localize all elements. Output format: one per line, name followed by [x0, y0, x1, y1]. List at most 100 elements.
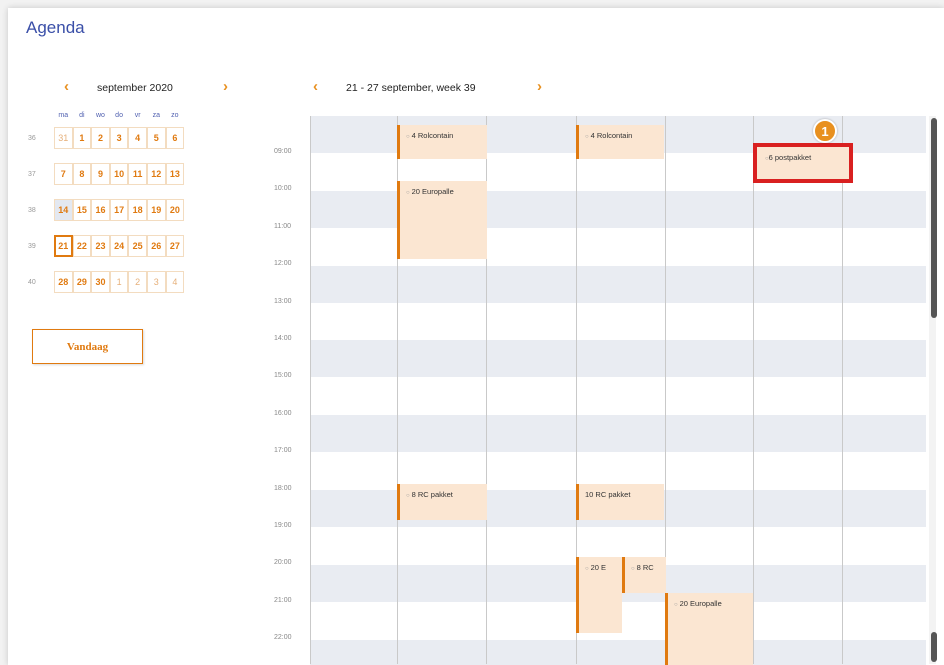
event-block[interactable]: ○ 4 Rolcontain: [576, 125, 664, 159]
mini-calendar-day[interactable]: 4: [128, 127, 147, 149]
hour-label: 18:00: [274, 484, 292, 492]
hour-row[interactable]: [310, 303, 926, 340]
event-label: 4 Rolcontain: [590, 131, 633, 140]
scrollbar-thumb[interactable]: [931, 118, 937, 318]
mini-calendar-day[interactable]: 6: [165, 127, 185, 149]
hour-label: 14:00: [274, 335, 292, 342]
week-title: 21 - 27 september, week 39: [346, 82, 476, 94]
mini-calendar-day[interactable]: 26: [146, 235, 166, 257]
mini-calendar-day[interactable]: 11: [128, 163, 147, 185]
hour-row[interactable]: [310, 415, 926, 453]
mini-calendar-day[interactable]: 12: [146, 163, 166, 185]
day-column-divider: [842, 116, 843, 664]
event-label: 10 RC pakket: [585, 490, 631, 499]
weekday-header: ma: [58, 112, 69, 119]
week-number: 38: [28, 206, 36, 214]
mini-calendar-day[interactable]: 1: [109, 271, 129, 293]
day-column-divider: [310, 116, 311, 664]
mini-calendar-day[interactable]: 7: [54, 163, 73, 185]
event-block[interactable]: ○ 20 Europalle: [665, 593, 753, 665]
mini-calendar-day[interactable]: 24: [109, 235, 129, 257]
mini-calendar-day[interactable]: 4: [165, 271, 185, 293]
mini-calendar-day[interactable]: 17: [109, 199, 129, 221]
hour-label: 13:00: [274, 297, 292, 305]
mini-calendar-day[interactable]: 27: [165, 235, 185, 257]
mini-calendar-day[interactable]: 28: [54, 271, 73, 293]
mini-calendar-day[interactable]: 3: [109, 127, 129, 149]
hour-row[interactable]: [310, 639, 926, 665]
event-label: 20 Europalle: [411, 187, 454, 196]
event-icon: ○: [406, 493, 410, 499]
mini-calendar-day[interactable]: 2: [91, 127, 110, 149]
hour-label: 17:00: [274, 447, 292, 455]
hour-label: 20:00: [274, 559, 292, 567]
hour-row[interactable]: [310, 340, 926, 378]
mini-calendar-day[interactable]: 1: [72, 127, 92, 149]
hour-label: 12:00: [274, 260, 292, 268]
highlighted-event[interactable]: ○6 postpakket: [753, 143, 853, 183]
event-block[interactable]: ○ 20 E: [576, 557, 622, 633]
event-block[interactable]: ○ 20 Europalle: [397, 181, 487, 259]
today-button[interactable]: Vandaag: [32, 329, 143, 364]
hour-label: 16:00: [274, 409, 292, 417]
event-label: 20 E: [590, 563, 607, 572]
mini-calendar-day[interactable]: 21: [54, 235, 73, 257]
mini-calendar-day[interactable]: 29: [72, 271, 92, 293]
weekday-header: di: [79, 112, 85, 119]
weekday-header: vr: [134, 112, 141, 119]
day-column-divider: [753, 116, 754, 664]
chevron-left-icon: ‹: [64, 78, 69, 95]
weekday-header: do: [115, 112, 123, 119]
mini-calendar-week: 40 28 29 30 1 2 3 4: [28, 270, 185, 294]
event-block[interactable]: ○ 8 RC pakket: [397, 484, 487, 520]
mini-calendar-day[interactable]: 16: [91, 199, 110, 221]
mini-calendar-day[interactable]: 2: [128, 271, 147, 293]
next-week-button[interactable]: ›: [537, 78, 542, 95]
mini-calendar-day[interactable]: 19: [146, 199, 166, 221]
prev-week-button[interactable]: ‹: [313, 78, 318, 95]
event-block[interactable]: 10 RC pakket: [576, 484, 664, 520]
weekday-headers: ma di wo do vr za zo: [54, 112, 184, 126]
event-block[interactable]: ○ 8 RC: [622, 557, 666, 593]
page-title: Agenda: [26, 18, 85, 37]
hour-label: 22:00: [274, 634, 292, 642]
chevron-left-icon: ‹: [313, 78, 318, 95]
prev-month-button[interactable]: ‹: [64, 78, 69, 95]
next-month-button[interactable]: ›: [223, 78, 228, 95]
mini-calendar-day[interactable]: 22: [72, 235, 92, 257]
hour-row[interactable]: [310, 265, 926, 303]
chevron-right-icon: ›: [537, 78, 542, 95]
hour-label: 19:00: [274, 522, 292, 529]
mini-calendar-day[interactable]: 8: [72, 163, 92, 185]
annotation-badge: 1: [813, 119, 837, 143]
week-number: 37: [28, 170, 36, 178]
mini-calendar-day[interactable]: 10: [109, 163, 129, 185]
mini-calendar-day[interactable]: 18: [128, 199, 147, 221]
hour-label: 11:00: [274, 222, 291, 230]
hour-label: 10:00: [274, 185, 292, 193]
mini-calendar-day[interactable]: 30: [91, 271, 110, 293]
mini-calendar-day[interactable]: 13: [165, 163, 185, 185]
event-label: 8 RC pakket: [411, 490, 453, 499]
event-block[interactable]: ○ 4 Rolcontain: [397, 125, 487, 159]
mini-calendar-day[interactable]: 14: [54, 199, 73, 221]
mini-calendar-month: september 2020: [97, 82, 173, 94]
event-label: 20 Europalle: [679, 599, 722, 608]
week-number: 40: [28, 278, 36, 286]
hour-row[interactable]: [310, 377, 926, 415]
mini-calendar-week: 37 7 8 9 10 11 12 13: [28, 162, 185, 186]
mini-calendar-day[interactable]: 3: [146, 271, 166, 293]
event-icon: ○: [585, 134, 589, 140]
mini-calendar-day[interactable]: 5: [146, 127, 166, 149]
hour-label: 15:00: [274, 372, 292, 380]
mini-calendar-day[interactable]: 9: [91, 163, 110, 185]
event-icon: ○: [585, 566, 589, 572]
weekday-header: za: [152, 112, 160, 119]
mini-calendar-day[interactable]: 25: [128, 235, 147, 257]
scrollbar-thumb-bottom[interactable]: [931, 632, 937, 662]
mini-calendar-day[interactable]: 15: [72, 199, 92, 221]
mini-calendar-day[interactable]: 31: [54, 127, 73, 149]
mini-calendar-day[interactable]: 23: [91, 235, 110, 257]
mini-calendar-day[interactable]: 20: [165, 199, 185, 221]
weekday-header: zo: [171, 112, 179, 119]
